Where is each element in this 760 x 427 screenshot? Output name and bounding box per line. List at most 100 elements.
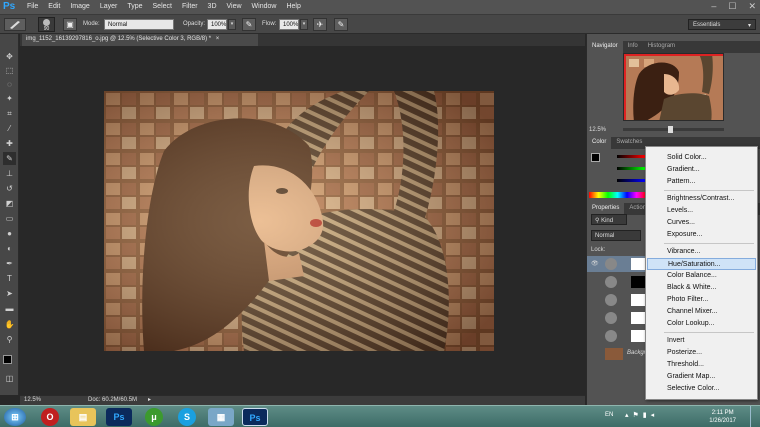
tab-swatches[interactable]: Swatches: [611, 137, 647, 149]
menu-filter[interactable]: Filter: [182, 3, 198, 10]
menu-item-pattern[interactable]: Pattern...: [647, 176, 756, 188]
menu-item-curves[interactable]: Curves...: [647, 217, 756, 229]
layer-row-selected[interactable]: 👁: [587, 256, 647, 272]
zoom-tool-icon[interactable]: ⚲: [3, 333, 16, 346]
menu-item-color-lookup[interactable]: Color Lookup...: [647, 318, 756, 330]
green-slider[interactable]: [617, 167, 645, 170]
tool-preset-picker[interactable]: [4, 18, 26, 31]
menu-item-photo-filter[interactable]: Photo Filter...: [647, 294, 756, 306]
pressure-opacity-button[interactable]: ✎: [242, 18, 256, 31]
lasso-tool-icon[interactable]: ◌: [3, 78, 16, 91]
opera-icon[interactable]: O: [41, 408, 59, 426]
menu-item-invert[interactable]: Invert: [647, 335, 756, 347]
utorrent-icon[interactable]: μ: [145, 408, 163, 426]
menu-help[interactable]: Help: [286, 3, 300, 10]
healing-brush-tool-icon[interactable]: ✚: [3, 137, 16, 150]
menu-item-channel-mixer[interactable]: Channel Mixer...: [647, 306, 756, 318]
menu-type[interactable]: Type: [127, 3, 142, 10]
menu-item-posterize[interactable]: Posterize...: [647, 347, 756, 359]
layer-row[interactable]: [587, 292, 647, 308]
menu-item-gradient-map[interactable]: Gradient Map...: [647, 371, 756, 383]
layer-row[interactable]: [587, 274, 647, 290]
tab-histogram[interactable]: Histogram: [643, 41, 680, 53]
system-clock[interactable]: 2:11 PM 1/26/2017: [709, 409, 736, 425]
pen-tool-icon[interactable]: ✒: [3, 257, 16, 270]
layer-mask-thumbnail[interactable]: [631, 276, 645, 288]
history-brush-tool-icon[interactable]: ↺: [3, 182, 16, 195]
menu-item-exposure[interactable]: Exposure...: [647, 229, 756, 241]
start-button-icon[interactable]: ⊞: [4, 408, 26, 426]
close-button[interactable]: ✕: [748, 1, 756, 12]
move-tool-icon[interactable]: ✥: [3, 50, 16, 63]
minimize-button[interactable]: –: [711, 1, 716, 12]
tray-icons[interactable]: ▴⚑▮◂: [625, 411, 658, 419]
eyedropper-tool-icon[interactable]: ⁄: [3, 122, 16, 135]
red-slider[interactable]: [617, 155, 645, 158]
workspace-switcher[interactable]: Essentials ▾: [688, 19, 756, 30]
marquee-tool-icon[interactable]: ⬚: [3, 64, 16, 77]
dodge-tool-icon[interactable]: ◐: [3, 242, 16, 255]
menu-item-levels[interactable]: Levels...: [647, 205, 756, 217]
status-arrow-icon[interactable]: ▸: [148, 396, 151, 403]
menu-item-color-balance[interactable]: Color Balance...: [647, 270, 756, 282]
maximize-button[interactable]: ☐: [728, 1, 736, 12]
pressure-size-button[interactable]: ✎: [334, 18, 348, 31]
opacity-dropdown[interactable]: ▾: [228, 19, 236, 30]
flow-dropdown[interactable]: ▾: [300, 19, 308, 30]
brush-size-picker[interactable]: 90: [38, 17, 55, 32]
clone-stamp-tool-icon[interactable]: ⊥: [3, 167, 16, 180]
layer-row-background[interactable]: Backgr: [587, 346, 647, 362]
show-desktop-button[interactable]: [750, 406, 760, 427]
gradient-tool-icon[interactable]: ▭: [3, 212, 16, 225]
menu-layer[interactable]: Layer: [100, 3, 118, 10]
quick-mask-icon[interactable]: ◫: [3, 372, 16, 385]
foreground-color-swatch[interactable]: [3, 355, 12, 364]
brush-panel-toggle[interactable]: ▣: [63, 18, 77, 31]
rectangle-tool-icon[interactable]: ▬: [3, 302, 16, 315]
menu-item-black-white[interactable]: Black & White...: [647, 282, 756, 294]
eye-icon[interactable]: 👁: [591, 260, 599, 267]
layer-mask-thumbnail[interactable]: [631, 330, 645, 342]
color-spectrum-bar[interactable]: [589, 192, 646, 198]
menu-item-selective-color[interactable]: Selective Color...: [647, 383, 756, 395]
opacity-field[interactable]: 100%: [207, 19, 227, 30]
layer-mask-thumbnail[interactable]: [631, 312, 645, 324]
layer-blend-mode[interactable]: Normal: [591, 230, 641, 241]
document-tab[interactable]: img_1152_16139297816_o.jpg @ 12.5% (Sele…: [22, 34, 258, 46]
skype-icon[interactable]: S: [178, 408, 196, 426]
menu-image[interactable]: Image: [70, 3, 89, 10]
menu-item-solid-color[interactable]: Solid Color...: [647, 152, 756, 164]
navigator-zoom-value[interactable]: 12.5%: [589, 127, 606, 133]
tab-navigator[interactable]: Navigator: [587, 41, 623, 53]
zoom-level[interactable]: 12.5%: [24, 397, 41, 403]
zoom-slider-handle[interactable]: [668, 126, 673, 133]
quick-selection-tool-icon[interactable]: ✦: [3, 92, 16, 105]
type-tool-icon[interactable]: T: [3, 272, 16, 285]
photoshop-icon[interactable]: Ps: [106, 408, 132, 426]
airbrush-button[interactable]: ✈: [313, 18, 327, 31]
layer-mask-thumbnail[interactable]: [631, 258, 645, 270]
language-indicator[interactable]: EN: [605, 412, 613, 418]
menu-edit[interactable]: Edit: [48, 3, 60, 10]
menu-window[interactable]: Window: [252, 3, 277, 10]
path-selection-tool-icon[interactable]: ➤: [3, 287, 16, 300]
document-image[interactable]: [104, 91, 494, 351]
tab-info[interactable]: Info: [623, 41, 643, 53]
layer-row[interactable]: [587, 328, 647, 344]
layer-kind-filter[interactable]: ⚲ Kind: [591, 214, 627, 225]
tab-color[interactable]: Color: [587, 137, 612, 149]
menu-item-vibrance[interactable]: Vibrance...: [647, 246, 756, 258]
file-explorer-icon[interactable]: ▤: [70, 408, 96, 426]
menu-file[interactable]: File: [27, 3, 38, 10]
photos-icon[interactable]: ▦: [208, 408, 234, 426]
navigator-zoom-slider[interactable]: [623, 126, 724, 133]
photoshop-active-icon[interactable]: Ps: [242, 408, 268, 426]
layer-mask-thumbnail[interactable]: [631, 294, 645, 306]
menu-item-gradient[interactable]: Gradient...: [647, 164, 756, 176]
close-tab-icon[interactable]: ×: [216, 36, 220, 42]
color-panel-foreground-swatch[interactable]: [591, 153, 600, 162]
menu-select[interactable]: Select: [153, 3, 172, 10]
blue-slider[interactable]: [617, 179, 645, 182]
hand-tool-icon[interactable]: ✋: [3, 318, 16, 331]
menu-item-threshold[interactable]: Threshold...: [647, 359, 756, 371]
